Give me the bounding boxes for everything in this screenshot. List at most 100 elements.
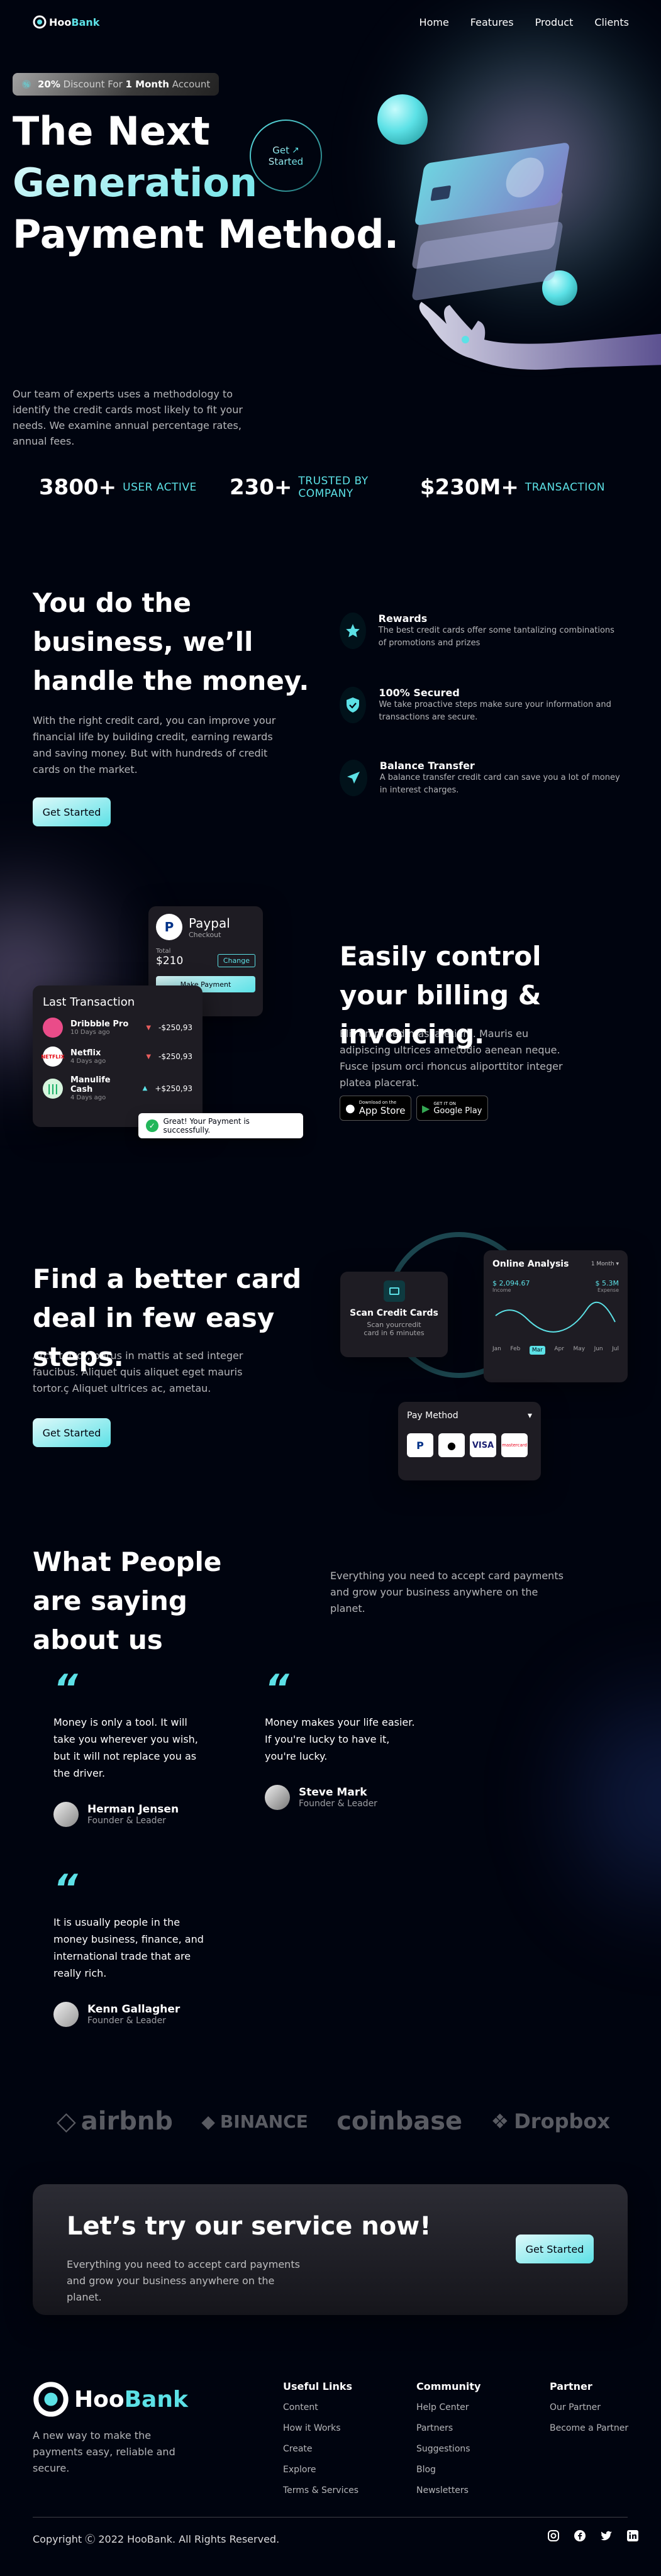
cta-text: Everything you need to accept card payme… xyxy=(67,2258,300,2303)
footer-link[interactable]: Partners xyxy=(416,2423,480,2433)
testimonial-card: “ Money makes your life easier. If you'r… xyxy=(265,1667,415,1810)
footer-link[interactable]: Newsletters xyxy=(416,2485,480,2496)
testimonials-title: What People are saying about us xyxy=(33,1546,222,1655)
google-play-button[interactable]: ▶ GET IT ON Google Play xyxy=(416,1096,488,1121)
footer-link[interactable]: Terms & Services xyxy=(283,2485,358,2496)
nav-features[interactable]: Features xyxy=(470,16,514,28)
month-labels: Jan Feb Mar Apr May Jun Jul xyxy=(492,1346,619,1355)
netflix-icon: NETFLIX xyxy=(41,1046,65,1067)
cta-get-started-button[interactable]: Get Started xyxy=(516,2235,594,2263)
transaction-row: NETFLIX Netflix 4 Days ago ▼ -$250,93 xyxy=(41,1046,192,1067)
hoobank-logo-icon xyxy=(33,2382,69,2417)
scan-icon xyxy=(383,1280,405,1302)
footer-link[interactable]: Our Partner xyxy=(550,2402,628,2412)
hero-description: Our team of experts uses a methodology t… xyxy=(13,388,243,447)
binance-logo: ◆ BINANCE xyxy=(201,2111,308,2132)
period-select[interactable]: 1 Month ▾ xyxy=(591,1261,619,1267)
nav-product[interactable]: Product xyxy=(535,16,574,28)
stats-row: 3800+ USER ACTIVE 230+ TRUSTED BY COMPANY … xyxy=(39,475,605,500)
hero-illustration xyxy=(377,88,661,402)
nav-home[interactable]: Home xyxy=(419,16,449,28)
online-analysis-card: Online Analysis 1 Month ▾ $ 2,094.67 Inco… xyxy=(484,1250,628,1382)
testimonials-intro: Everything you need to accept card payme… xyxy=(330,1570,564,1614)
footer-tagline: A new way to make the payments easy, rel… xyxy=(33,2429,175,2474)
brand-name: HooBank xyxy=(49,16,100,28)
discount-icon: % xyxy=(22,80,31,89)
brand-logo[interactable]: HooBank xyxy=(33,15,99,29)
scan-card: Scan Credit Cards Scan yourcredit card i… xyxy=(340,1272,448,1357)
avatar xyxy=(53,1802,79,1827)
footer-column-community: Community Help Center Partners Suggestio… xyxy=(416,2380,481,2496)
stat-users: 3800+ USER ACTIVE xyxy=(39,475,197,500)
last-transaction-card: Last Transaction Dribbble Pro 10 Days ago… xyxy=(33,985,203,1127)
binance-icon: ◆ xyxy=(201,2111,215,2132)
stat-companies: 230+ TRUSTED BY COMPANY xyxy=(229,475,369,500)
stat-transactions: $230M+ TRANSACTION xyxy=(419,475,605,500)
facebook-icon[interactable] xyxy=(574,2529,586,2542)
footer-column-partner: Partner Our Partner Become a Partner xyxy=(550,2380,629,2433)
navbar: HooBank Home Features Product Clients xyxy=(33,13,629,31)
linkedin-icon[interactable] xyxy=(626,2529,639,2542)
visa-option[interactable]: VISA xyxy=(470,1433,496,1457)
star-icon xyxy=(340,613,366,649)
cta-box: Let’s try our service now! Everything yo… xyxy=(33,2184,628,2315)
hero-title: The Next Generation Payment Method. xyxy=(13,108,399,257)
hoobank-logo-icon xyxy=(33,15,47,29)
dropbox-logo: ❖ Dropbox xyxy=(491,2109,610,2133)
success-toast: ✓ Great! Your Payment is successfully. xyxy=(138,1113,303,1138)
chevron-down-icon[interactable]: ▾ xyxy=(528,1411,532,1421)
shield-icon xyxy=(340,687,367,723)
sphere-top xyxy=(377,94,428,145)
footer-link[interactable]: Explore xyxy=(283,2465,358,2475)
apple-pay-option[interactable]: ● xyxy=(438,1433,465,1457)
avatar xyxy=(265,1785,290,1810)
quote-icon: “ xyxy=(265,1667,289,1711)
copyright: Copyright Ⓒ 2022 HooBank. All Rights Res… xyxy=(33,2533,280,2545)
discount-badge: % 20% Discount For 1 Month Account xyxy=(13,73,219,96)
apple-icon: ● xyxy=(345,1101,355,1115)
footer-link[interactable]: Create xyxy=(283,2444,358,2454)
cta-title: Let’s try our service now! xyxy=(67,2212,431,2241)
footer-divider xyxy=(33,2517,628,2518)
footer-link[interactable]: Content xyxy=(283,2402,358,2412)
twitter-icon[interactable] xyxy=(600,2529,613,2542)
change-button[interactable]: Change xyxy=(217,954,255,967)
avatar xyxy=(53,2002,79,2027)
instagram-icon[interactable] xyxy=(547,2529,560,2542)
footer-link[interactable]: Become a Partner xyxy=(550,2423,628,2433)
footer-link[interactable]: Help Center xyxy=(416,2402,480,2412)
nav-clients[interactable]: Clients xyxy=(594,16,629,28)
coinbase-logo: coinbase xyxy=(336,2107,463,2136)
business-title: You do the business, we’ll handle the mo… xyxy=(33,587,309,696)
mastercard-option[interactable]: mastercard xyxy=(501,1433,528,1457)
testimonial-card: “ Money is only a tool. It will take you… xyxy=(53,1667,204,1827)
quote-icon: “ xyxy=(53,1667,78,1711)
feature-secured: 100% Secured We take proactive steps make… xyxy=(340,687,623,724)
send-icon xyxy=(340,760,367,796)
hero-get-started-button[interactable]: Get ↗ Started xyxy=(250,119,322,192)
social-links xyxy=(547,2529,639,2542)
footer-brand: HooBank xyxy=(33,2381,188,2418)
transaction-row: ||| Manulife Cash 4 Days ago ▲ +$250,93 xyxy=(43,1075,192,1101)
nav-links: Home Features Product Clients xyxy=(419,16,629,28)
arrow-up-icon: ↗ xyxy=(292,145,299,155)
paypal-option[interactable]: P xyxy=(407,1433,433,1457)
analysis-line xyxy=(495,1301,616,1333)
clients-row: ◇ airbnb ◆ BINANCE coinbase ❖ Dropbox xyxy=(57,2107,610,2136)
airbnb-logo: ◇ airbnb xyxy=(57,2107,173,2136)
business-get-started-button[interactable]: Get Started xyxy=(33,797,111,826)
feature-transfer: Balance Transfer A balance transfer credi… xyxy=(340,760,623,797)
pay-method-card: Pay Method ▾ P ● VISA mastercard xyxy=(398,1402,541,1480)
apple-icon: ● xyxy=(447,1439,456,1452)
billing-text: Elit enim sed massa etiam. Mauris eu adi… xyxy=(340,1028,563,1089)
carddeal-get-started-button[interactable]: Get Started xyxy=(33,1418,111,1447)
carddeal-text: Arcu tortor, purus in mattis at sed inte… xyxy=(33,1350,243,1394)
footer-link[interactable]: Suggestions xyxy=(416,2444,480,2454)
svg-text:%: % xyxy=(23,82,30,89)
footer-link[interactable]: Blog xyxy=(416,2465,480,2475)
active-month[interactable]: Mar xyxy=(529,1346,545,1355)
dribbble-icon xyxy=(43,1018,63,1038)
app-store-button[interactable]: ● Download on the App Store xyxy=(340,1096,411,1121)
footer-link[interactable]: How it Works xyxy=(283,2423,358,2433)
quote-icon: “ xyxy=(53,1867,78,1911)
